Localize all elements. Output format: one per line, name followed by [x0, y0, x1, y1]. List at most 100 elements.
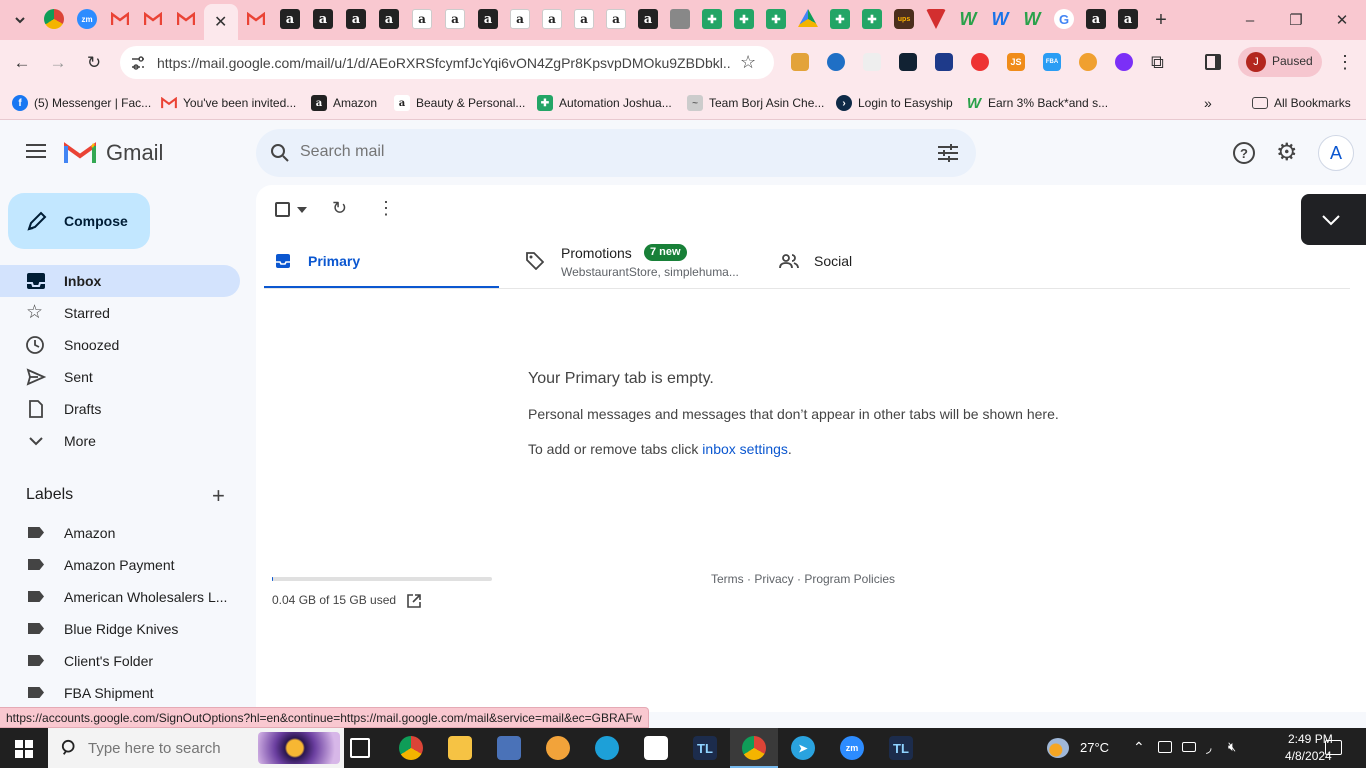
back-button[interactable]: ←: [10, 51, 34, 75]
account-avatar[interactable]: A: [1318, 135, 1354, 171]
close-window-button[interactable]: ✕: [1330, 8, 1354, 32]
bookmark-item[interactable]: a Amazon: [311, 93, 377, 113]
bookmark-item[interactable]: › Login to Easyship: [836, 93, 953, 113]
tab-sheets-icon[interactable]: ✚: [830, 9, 850, 29]
main-menu-icon[interactable]: [26, 143, 46, 159]
tab-promotions[interactable]: [518, 225, 758, 289]
extension-icon[interactable]: [1079, 53, 1097, 71]
label-item[interactable]: Amazon: [0, 517, 240, 549]
extension-icon[interactable]: [899, 53, 917, 71]
tray-meet-icon[interactable]: [1158, 741, 1172, 753]
label-item[interactable]: Client's Folder: [0, 645, 240, 677]
nav-item-drafts[interactable]: Drafts: [0, 393, 240, 425]
extensions-puzzle-icon[interactable]: ⧉: [1151, 52, 1164, 73]
bookmark-item[interactable]: ~ Team Borj Asin Che...: [687, 93, 824, 113]
taskbar-document-icon[interactable]: [644, 736, 668, 760]
tab-gmail-icon[interactable]: [176, 9, 196, 29]
tab-w-icon[interactable]: W: [1022, 9, 1042, 29]
collapsed-panel[interactable]: [1301, 194, 1366, 245]
bookmark-item[interactable]: f (5) Messenger | Fac...: [12, 93, 151, 113]
inbox-settings-link[interactable]: inbox settings: [702, 441, 788, 457]
tab-drive-icon[interactable]: [798, 9, 818, 27]
tab-sheets-icon[interactable]: ✚: [862, 9, 882, 29]
extension-icon[interactable]: [935, 53, 953, 71]
search-bar[interactable]: [256, 129, 976, 177]
restore-button[interactable]: ❐: [1284, 8, 1308, 32]
gmail-logo[interactable]: Gmail: [64, 139, 163, 167]
taskbar-edge-icon[interactable]: [595, 736, 619, 760]
url-text[interactable]: https://mail.google.com/mail/u/1/d/AEoRX…: [157, 55, 731, 71]
tab-amazon-icon[interactable]: a: [313, 9, 333, 29]
weather-icon[interactable]: [1047, 738, 1069, 758]
select-all-checkbox[interactable]: [275, 202, 290, 217]
storage-usage[interactable]: 0.04 GB of 15 GB used: [272, 593, 422, 608]
tab-gmail-icon[interactable]: [246, 9, 266, 29]
wifi-icon[interactable]: ◞: [1206, 739, 1211, 756]
tab-ups-icon[interactable]: ups: [894, 9, 914, 29]
extension-icon[interactable]: [791, 53, 809, 71]
notifications-icon[interactable]: [1325, 740, 1342, 755]
label-item[interactable]: FBA Shipment: [0, 677, 240, 709]
compose-button[interactable]: Compose: [8, 193, 150, 249]
new-tab-button[interactable]: +: [1149, 8, 1173, 32]
taskbar-tl-icon[interactable]: TL: [693, 736, 717, 760]
nav-item-sent[interactable]: Sent: [0, 361, 240, 393]
tab-amazon-icon[interactable]: a: [542, 9, 562, 29]
help-icon[interactable]: ?: [1233, 142, 1255, 164]
search-options-icon[interactable]: [938, 144, 958, 162]
close-tab-icon[interactable]: ✕: [214, 12, 227, 32]
taskbar-search-input[interactable]: [88, 740, 268, 757]
tab-sheets-icon[interactable]: ✚: [702, 9, 722, 29]
tab-google-icon[interactable]: G: [1054, 9, 1074, 29]
bookmark-item[interactable]: W Earn 3% Back*and s...: [966, 93, 1108, 113]
address-bar[interactable]: https://mail.google.com/mail/u/1/d/AEoRX…: [120, 46, 774, 79]
task-view-icon[interactable]: [350, 738, 370, 758]
nav-item-snoozed[interactable]: Snoozed: [0, 329, 240, 361]
tab-amazon-icon[interactable]: a: [510, 9, 530, 29]
js-extension-icon[interactable]: JS: [1007, 53, 1025, 71]
tab-sheets-icon[interactable]: ✚: [766, 9, 786, 29]
taskbar-file-explorer-icon[interactable]: [448, 736, 472, 760]
windows-start-icon[interactable]: [15, 740, 33, 758]
tab-search-button[interactable]: [8, 8, 32, 32]
extension-icon[interactable]: [971, 53, 989, 71]
open-in-new-icon[interactable]: [407, 594, 422, 608]
bookmark-star-icon[interactable]: ☆: [740, 52, 756, 73]
label-item[interactable]: Blue Ridge Knives: [0, 613, 240, 645]
tab-social[interactable]: [771, 225, 1006, 289]
tab-amazon-icon[interactable]: a: [574, 9, 594, 29]
taskbar-tl-icon[interactable]: TL: [889, 736, 913, 760]
settings-gear-icon[interactable]: ⚙: [1276, 138, 1298, 167]
tab-amazon-icon[interactable]: a: [606, 9, 626, 29]
bookmark-item[interactable]: You've been invited...: [161, 93, 296, 113]
refresh-icon[interactable]: ↻: [332, 198, 347, 219]
tab-w-icon[interactable]: W: [990, 9, 1010, 29]
extension-icon[interactable]: [1115, 53, 1133, 71]
add-label-button[interactable]: +: [212, 483, 225, 509]
footer-links[interactable]: Terms · Privacy · Program Policies: [711, 572, 895, 586]
chrome-menu-icon[interactable]: ⋮: [1336, 52, 1354, 73]
nav-item-more[interactable]: More: [0, 425, 240, 457]
taskbar-telegram-icon[interactable]: ➤: [791, 736, 815, 760]
minimize-button[interactable]: –: [1238, 8, 1262, 32]
tab-amazon-icon[interactable]: a: [638, 9, 658, 29]
fba-extension-icon[interactable]: FBA: [1043, 53, 1061, 71]
taskbar-chrome-icon[interactable]: [399, 736, 423, 760]
bookmark-item[interactable]: a Beauty & Personal...: [394, 93, 525, 113]
tab-gmail-icon[interactable]: [110, 9, 130, 29]
search-icon[interactable]: [270, 143, 290, 163]
tab-amazon-icon[interactable]: a: [445, 9, 465, 29]
tray-chevron-up-icon[interactable]: ⌃: [1133, 739, 1145, 756]
tab-gmail-icon[interactable]: [143, 9, 163, 29]
tab-amazon-icon[interactable]: a: [478, 9, 498, 29]
taskbar-vpn-icon[interactable]: [546, 736, 570, 760]
side-panel-icon[interactable]: [1205, 54, 1221, 70]
tab-w-icon[interactable]: W: [958, 9, 978, 29]
label-item[interactable]: Amazon Payment: [0, 549, 240, 581]
tab-amazon-icon[interactable]: a: [412, 9, 432, 29]
profile-button[interactable]: J Paused: [1238, 47, 1322, 77]
tab-primary[interactable]: Primary: [264, 225, 499, 289]
tab-amazon-icon[interactable]: a: [1086, 9, 1106, 29]
bookmark-item[interactable]: ✚ Automation Joshua...: [537, 93, 672, 113]
search-input[interactable]: [300, 143, 900, 161]
